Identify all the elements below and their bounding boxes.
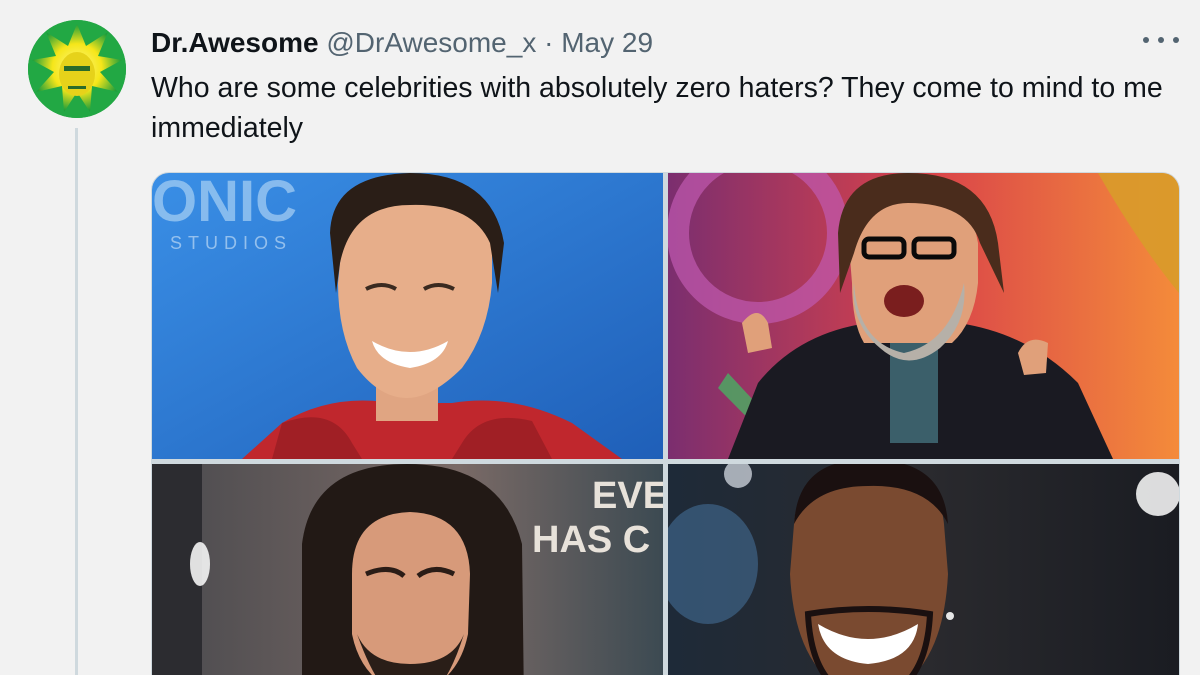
photo-3-backdrop-text-1: EVE <box>592 475 663 517</box>
avatar-image <box>28 20 126 118</box>
display-name[interactable]: Dr.Awesome <box>151 27 319 58</box>
media-grid: ONIC STUDIOS EVE HAS C <box>151 172 1180 675</box>
photo-1-backdrop-text: ONIC <box>152 173 297 234</box>
user-handle[interactable]: @DrAwesome_x <box>326 27 536 58</box>
tweet[interactable]: Dr.Awesome @DrAwesome_x · May 29 Who are… <box>0 0 1200 675</box>
tweet-date[interactable]: May 29 <box>561 27 653 58</box>
photo-3-backdrop-text-2: HAS C <box>532 519 650 561</box>
more-dot <box>1143 37 1149 43</box>
photo-1-image: ONIC STUDIOS <box>152 173 663 459</box>
photo-4[interactable] <box>668 464 1179 675</box>
avatar[interactable] <box>28 20 126 118</box>
more-dot <box>1158 37 1164 43</box>
photo-2-image <box>668 173 1179 459</box>
photo-3[interactable]: EVE HAS C <box>152 464 663 675</box>
more-horizontal-icon[interactable] <box>1143 30 1179 50</box>
tweet-text: Who are some celebrities with absolutely… <box>151 72 1163 144</box>
tweet-header: Dr.Awesome @DrAwesome_x · May 29 <box>151 26 653 60</box>
photo-3-image: EVE HAS C <box>152 464 663 675</box>
separator-dot: · <box>544 27 554 58</box>
photo-2[interactable] <box>668 173 1179 459</box>
svg-text:STUDIOS: STUDIOS <box>170 233 292 253</box>
photo-1[interactable]: ONIC STUDIOS <box>152 173 663 459</box>
photo-4-image <box>668 464 1179 675</box>
more-dot <box>1173 37 1179 43</box>
thread-line <box>75 128 78 675</box>
